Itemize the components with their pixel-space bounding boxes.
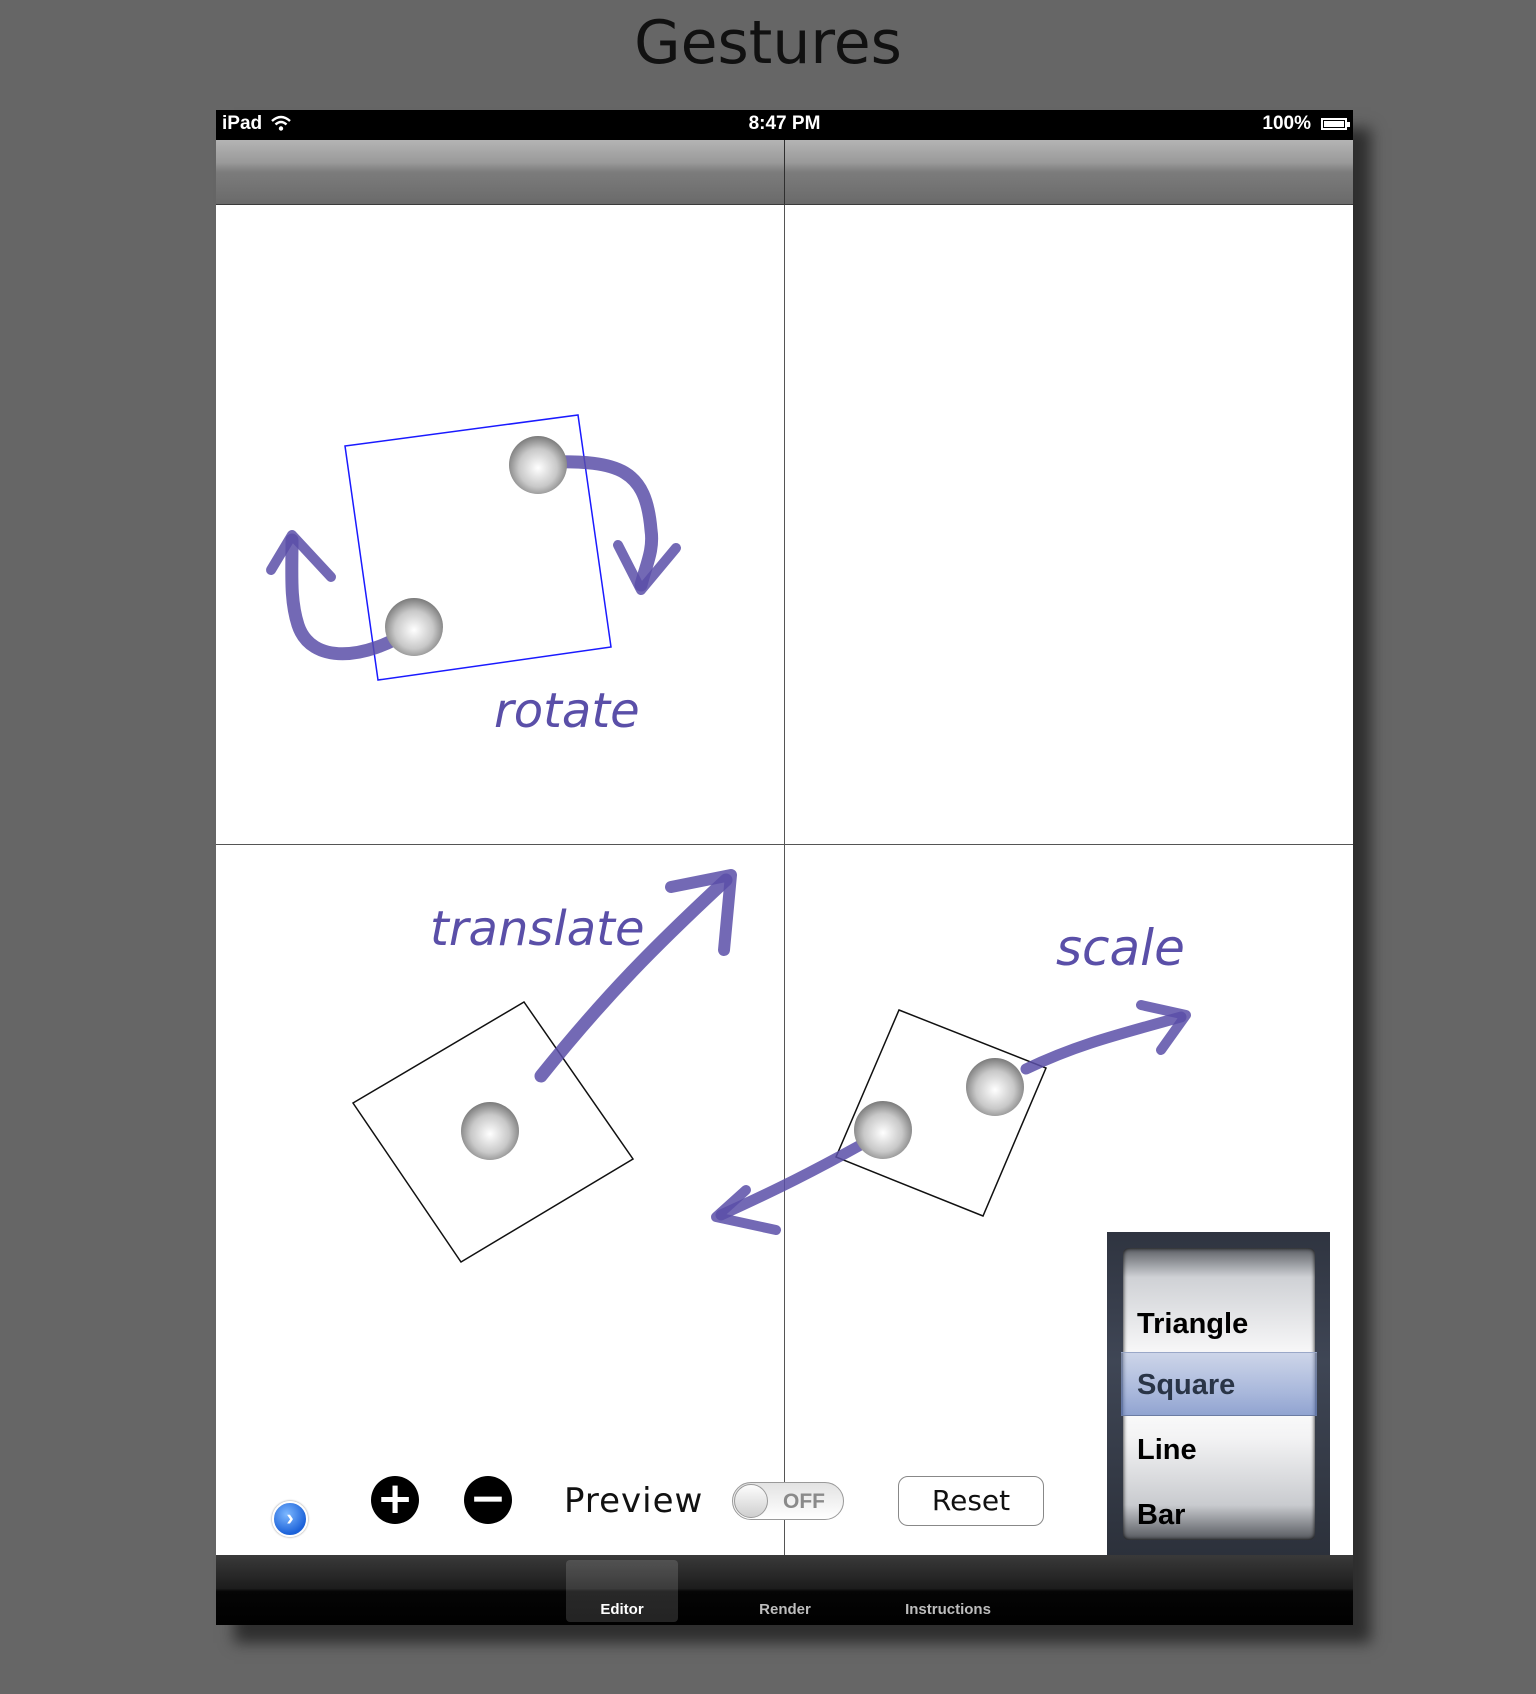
preview-toggle[interactable]: OFF [732,1482,844,1520]
scale-arrow-out [1020,1011,1187,1075]
slide-title: Gestures [634,8,902,78]
touch-point [966,1058,1024,1116]
preview-label: Preview [564,1481,704,1521]
tab-instructions[interactable]: Instructions [892,1560,1004,1622]
toggle-state-label: OFF [783,1490,825,1513]
nav-divider [784,140,785,204]
tab-label: Instructions [905,1601,991,1618]
translate-annotation: translate [430,901,645,957]
ipad-screen: iPad 8:47 PM 100% rotate translate scale… [216,110,1353,1625]
picker-option-square[interactable]: Square [1137,1369,1235,1402]
scale-annotation: scale [1056,919,1185,977]
rotate-arrowhead-left [266,530,336,582]
chevron-right-icon: › [286,1505,294,1530]
tab-bar: Editor Render Instructions [216,1555,1353,1625]
toggle-knob [734,1484,768,1518]
disclosure-button[interactable]: › [272,1501,308,1537]
touch-point [854,1101,912,1159]
shape-picker[interactable]: Triangle Line Bar Square [1107,1232,1330,1555]
touch-point [461,1102,519,1160]
plus-icon: + [376,1473,414,1524]
touch-point [509,436,567,494]
tab-editor[interactable]: Editor [566,1560,678,1622]
battery-percent: 100% [1262,113,1311,134]
status-bar: iPad 8:47 PM 100% [216,110,1353,140]
tab-label: Editor [600,1601,644,1618]
reset-button[interactable]: Reset [898,1476,1044,1526]
status-time: 8:47 PM [748,113,821,134]
touch-point [385,598,443,656]
battery-icon [1321,118,1350,130]
tab-label: Render [759,1601,811,1618]
tab-render[interactable]: Render [729,1560,841,1622]
rotate-annotation: rotate [494,683,640,739]
scale-arrow-in [715,1136,872,1221]
remove-shape-button[interactable]: − [464,1476,512,1524]
minus-icon: − [469,1473,507,1524]
add-shape-button[interactable]: + [371,1476,419,1524]
picker-selected-overlay: Square [1123,1248,1315,1540]
nav-bar [216,140,1353,205]
